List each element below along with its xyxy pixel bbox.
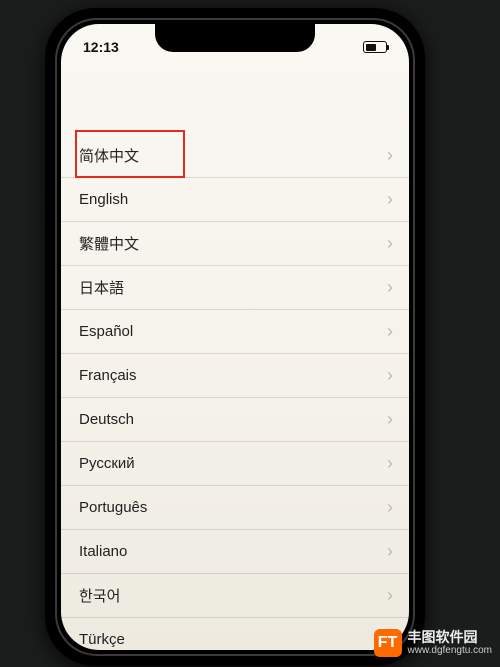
watermark-text: 丰图软件园 www.dgfengtu.com [408,630,493,656]
language-list: 简体中文 › English › 繁體中文 › 日本語 › [61,134,409,650]
battery-icon [363,41,387,53]
chevron-right-icon: › [387,321,393,342]
language-label: Русский [79,455,135,472]
chevron-right-icon: › [387,497,393,518]
language-row-english[interactable]: English › [61,178,409,222]
chevron-right-icon: › [387,277,393,298]
battery-level [366,44,376,51]
chevron-right-icon: › [387,145,393,166]
language-label: Português [79,499,147,516]
language-row-italian[interactable]: Italiano › [61,530,409,574]
chevron-right-icon: › [387,585,393,606]
watermark-logo-text: FT [378,634,398,652]
language-label: 한국어 [79,585,120,606]
phone-frame: 12:13 简体中文 › English › [45,8,425,666]
watermark-logo: FT [374,629,402,657]
chevron-right-icon: › [387,233,393,254]
language-label: Français [79,367,137,384]
chevron-right-icon: › [387,453,393,474]
language-label: 繁體中文 [79,233,139,254]
language-row-russian[interactable]: Русский › [61,442,409,486]
language-label: 日本語 [79,277,124,298]
watermark-url: www.dgfengtu.com [408,645,493,656]
language-row-french[interactable]: Français › [61,354,409,398]
language-row-german[interactable]: Deutsch › [61,398,409,442]
language-label: Deutsch [79,411,134,428]
language-row-spanish[interactable]: Español › [61,310,409,354]
language-row-turkish[interactable]: Türkçe › [61,618,409,650]
watermark: FT 丰图软件园 www.dgfengtu.com [374,629,493,657]
chevron-right-icon: › [387,189,393,210]
language-row-traditional-chinese[interactable]: 繁體中文 › [61,222,409,266]
language-row-simplified-chinese[interactable]: 简体中文 › [61,134,409,178]
phone-notch [155,24,315,52]
language-label: 简体中文 [79,145,139,166]
status-time: 12:13 [83,39,119,55]
language-label: Italiano [79,543,127,560]
chevron-right-icon: › [387,541,393,562]
language-row-japanese[interactable]: 日本語 › [61,266,409,310]
chevron-right-icon: › [387,409,393,430]
language-row-portuguese[interactable]: Português › [61,486,409,530]
language-list-container: 简体中文 › English › 繁體中文 › 日本語 › [61,134,409,650]
phone-bezel: 12:13 简体中文 › English › [55,18,415,656]
language-label: Español [79,323,133,340]
watermark-title: 丰图软件园 [408,630,493,645]
phone-screen: 12:13 简体中文 › English › [61,24,409,650]
language-label: Türkçe [79,631,125,648]
language-label: English [79,191,128,208]
chevron-right-icon: › [387,365,393,386]
status-right [363,41,387,53]
language-row-korean[interactable]: 한국어 › [61,574,409,618]
